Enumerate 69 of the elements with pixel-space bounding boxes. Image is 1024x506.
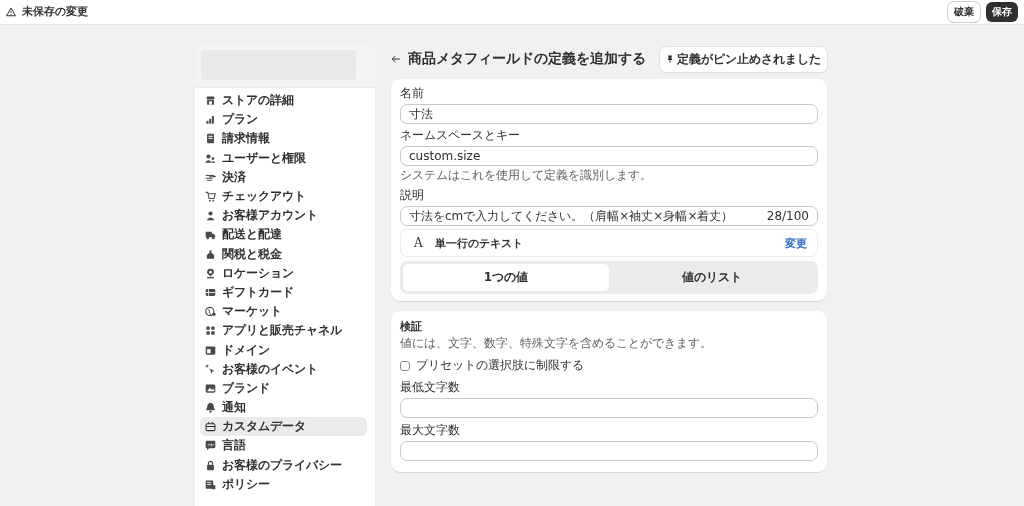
sidebar-item[interactable]: 関税と税金 [200,244,367,264]
bar-chart-icon [205,114,216,126]
receipt-icon [205,133,216,145]
sidebar-item[interactable]: ポリシー [200,474,367,494]
checkbox-label: プリセットの選択肢に制限する [416,357,584,374]
sidebar-item[interactable]: カスタムデータ [200,417,367,437]
sidebar-item[interactable]: 言語 [200,436,367,456]
gift-card-icon [205,286,216,298]
sidebar-item[interactable]: プラン [200,110,367,130]
sidebar-item[interactable]: ドメイン [200,340,367,360]
name-field[interactable]: 寸法 [400,104,818,124]
input-field[interactable] [400,441,818,461]
discard-button[interactable]: 破棄 [948,2,980,22]
page-title: 商品メタフィールドの定義を追加する [408,50,647,68]
location-pin-icon [205,267,216,279]
truck-icon [205,229,216,241]
sidebar-item[interactable]: ユーザーと権限 [200,148,367,168]
save-button[interactable]: 保存 [986,2,1018,22]
sidebar-item[interactable]: マーケット [200,302,367,322]
help-text: システムはこれを使用して定義を識別します。 [400,167,653,184]
cursor-sparkle-icon [205,363,216,375]
person-icon [205,210,216,222]
globe-icon [205,306,216,318]
sidebar-item[interactable]: ブランド [200,378,367,398]
sidebar-item[interactable]: 決済 [200,167,367,187]
sidebar-item[interactable]: チェックアウト [200,186,367,207]
image-icon [205,382,216,394]
box-icon [205,421,216,433]
sidebar-item[interactable]: 通知 [200,398,367,418]
sidebar-item[interactable]: ギフトカード [200,282,367,303]
pinned-button[interactable]: 定義がピン止めされました [660,46,827,72]
cart-icon [205,191,216,203]
warning-icon [6,7,16,17]
bell-icon [205,402,216,414]
sidebar-item[interactable]: お客様アカウント [200,206,367,226]
change-link[interactable]: 変更 [785,235,807,251]
policy-document-icon [205,478,216,490]
sidebar-item[interactable]: 請求情報 [200,129,367,149]
section-description: 値には、文字、数字、特殊文字を含めることができます。 [400,335,713,352]
users-icon [205,152,216,164]
money-bag-icon [205,248,216,260]
back-arrow-icon[interactable] [391,54,401,64]
sidebar-item[interactable]: お客様のプライバシー [200,455,367,475]
field-label: ネームスペースとキー [400,127,521,144]
store-icon [205,95,216,107]
sidebar-item[interactable]: アプリと販売チャネル [200,321,367,341]
namespace-key-field[interactable]: custom.size [400,146,818,166]
input-field[interactable] [400,398,818,418]
sidebar-item[interactable]: 配送と配達 [200,225,367,245]
lock-icon [205,459,216,471]
field-label: 名前 [400,85,425,102]
pin-icon [666,55,674,63]
segment-option[interactable]: 値のリスト [609,264,815,291]
sidebar-item[interactable]: お客様のイベント [200,359,367,379]
checkbox[interactable] [400,360,410,371]
type-letter-icon: A [414,236,423,250]
sidebar-item[interactable]: ストアの詳細 [200,91,367,111]
field-label: 説明 [400,187,425,204]
field-label: 最低文字数 [400,379,461,396]
section-title: 検証 [400,319,423,334]
unsaved-changes-title: 未保存の変更 [22,5,89,19]
field-label: 最大文字数 [400,422,461,439]
description-field[interactable]: 寸法をcmで入力してください。（肩幅×袖丈×身幅×着丈） 28/100 [400,206,818,226]
segment-option[interactable]: 1つの値 [403,264,609,291]
apps-icon [205,325,216,337]
speech-bubble-icon [205,440,216,452]
sidebar-item[interactable]: ロケーション [200,263,367,283]
browser-icon [205,344,216,356]
type-label: 単一行のテキスト [434,235,524,251]
